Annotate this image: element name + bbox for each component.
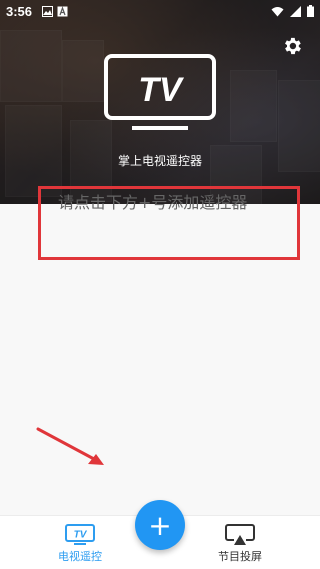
add-remote-button[interactable]: + bbox=[135, 500, 185, 550]
settings-button[interactable] bbox=[280, 34, 304, 58]
battery-icon bbox=[307, 5, 314, 17]
tab-screen-cast[interactable]: 节目投屏 bbox=[200, 524, 280, 564]
tab-tv-remote-label: 电视遥控 bbox=[58, 550, 102, 563]
wifi-icon bbox=[271, 6, 284, 16]
status-bar: 3:56 bbox=[0, 0, 320, 22]
status-time: 3:56 bbox=[6, 3, 33, 19]
svg-text:TV: TV bbox=[74, 530, 88, 541]
cast-icon bbox=[225, 524, 255, 545]
a-icon bbox=[57, 5, 68, 16]
tab-screen-cast-label: 节目投屏 bbox=[218, 550, 262, 563]
highlight-box bbox=[38, 186, 300, 260]
tab-tv-remote[interactable]: TV 电视遥控 bbox=[40, 524, 120, 564]
tv-logo: TV bbox=[104, 54, 216, 130]
signal-icon bbox=[290, 5, 301, 17]
tv-icon: TV bbox=[65, 524, 95, 545]
tv-logo-text: TV bbox=[138, 71, 185, 109]
annotation-arrow bbox=[36, 427, 104, 465]
gear-icon bbox=[285, 37, 301, 55]
app-title: 掌上电视遥控器 bbox=[117, 154, 202, 168]
image-icon bbox=[42, 5, 54, 17]
